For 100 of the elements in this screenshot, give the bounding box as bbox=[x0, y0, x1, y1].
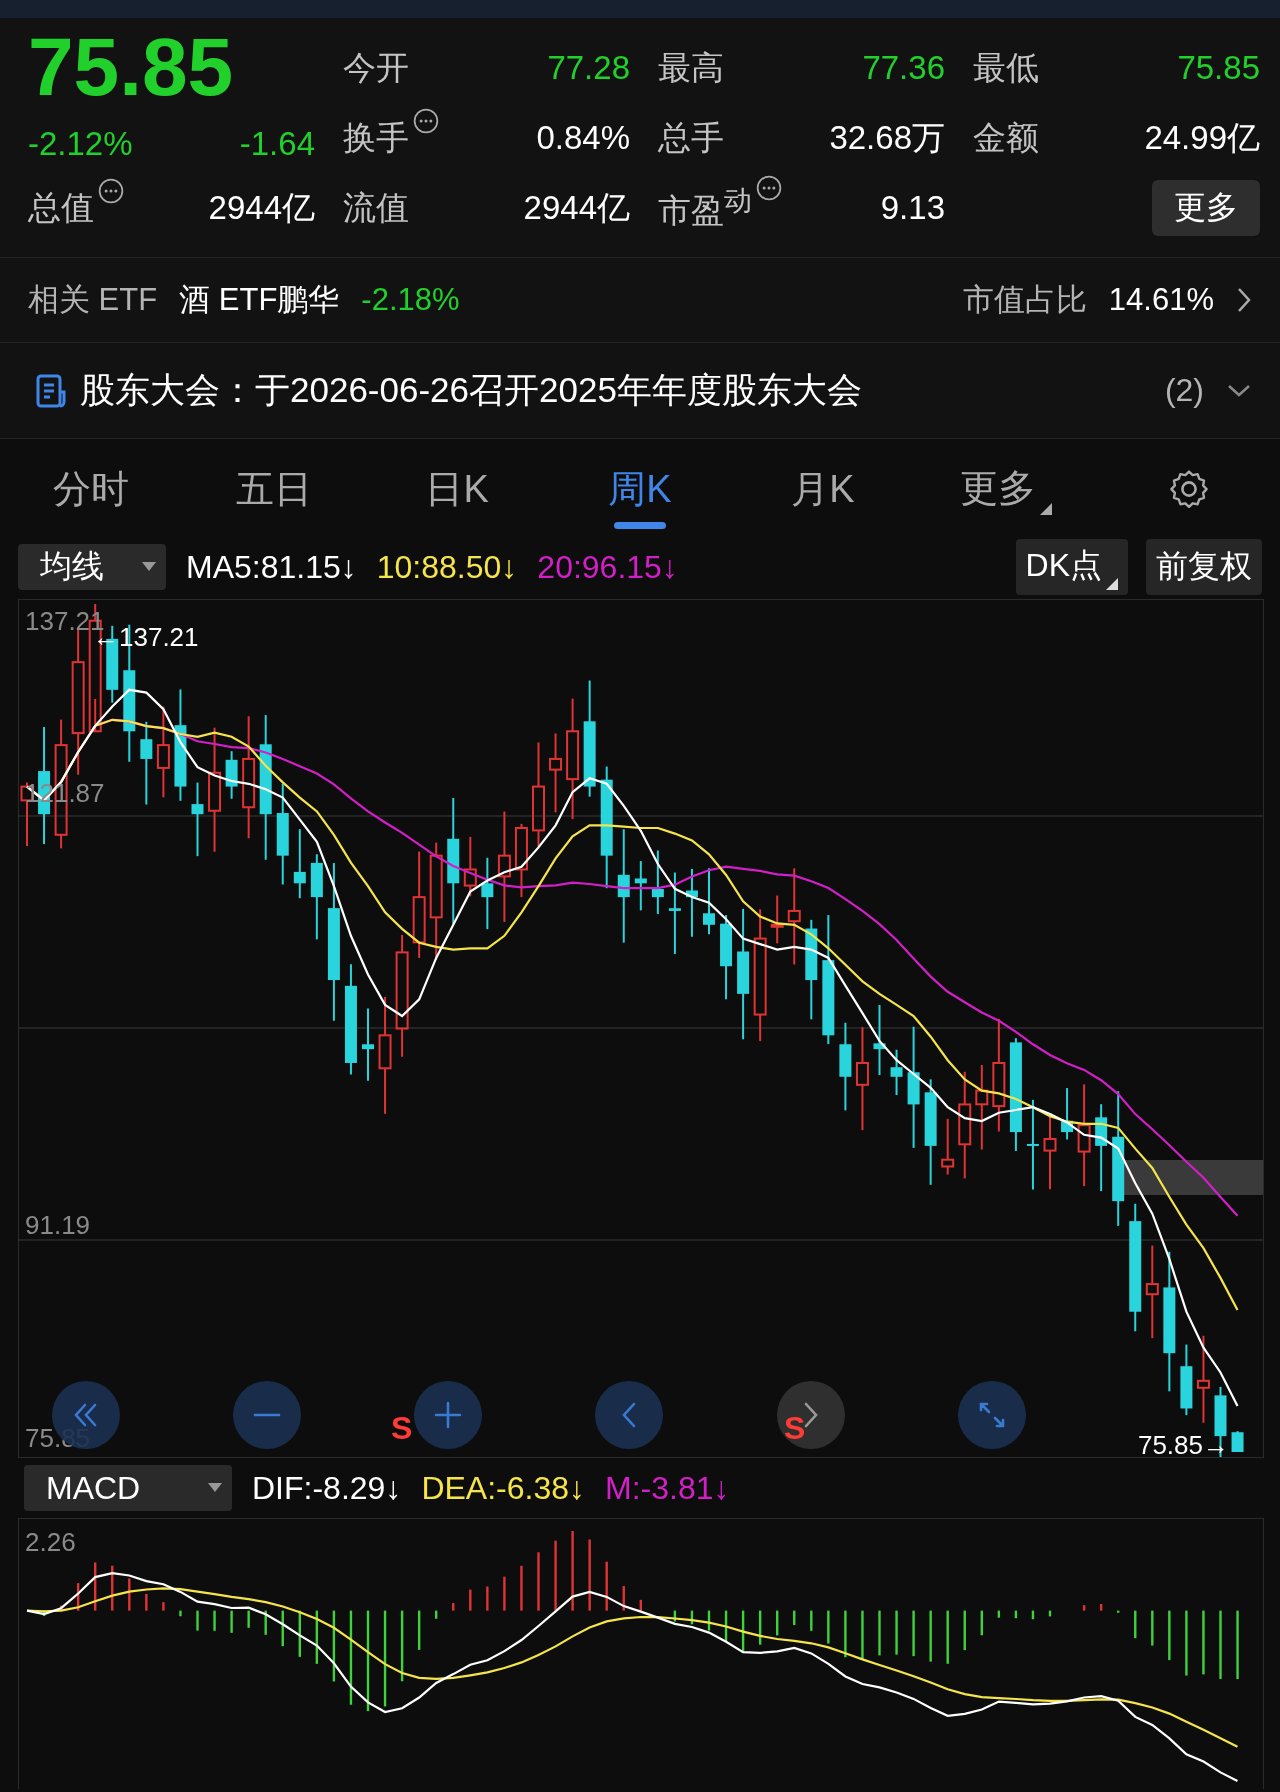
macd-bar bbox=[1048, 1610, 1052, 1617]
change-amount: -1.64 bbox=[239, 125, 315, 163]
stat-label: 换手 bbox=[343, 117, 409, 158]
period-tab[interactable]: 五日 bbox=[182, 439, 366, 539]
macd-bar bbox=[605, 1561, 608, 1611]
period-tab[interactable]: 月K bbox=[731, 439, 915, 539]
moving-average-value: 20:96.15↓ bbox=[537, 548, 678, 586]
macd-bar bbox=[912, 1610, 915, 1657]
macd-bar bbox=[895, 1610, 898, 1655]
macd-bar bbox=[76, 1583, 80, 1611]
macd-bar bbox=[878, 1610, 881, 1656]
minus-icon bbox=[253, 1412, 281, 1418]
macd-bar bbox=[486, 1586, 489, 1611]
notice-text[interactable]: 股东大会：于2026-06-26召开2025年年度股东大会 bbox=[80, 367, 862, 414]
more-menu-tab[interactable]: 更多 bbox=[914, 439, 1098, 539]
stat-value: 24.99亿 bbox=[1144, 117, 1260, 158]
stat-value: 75.85 bbox=[1177, 49, 1260, 87]
stat-label: 总手 bbox=[658, 117, 724, 158]
macd-bar bbox=[196, 1610, 199, 1631]
stat-label: 最低 bbox=[973, 47, 1039, 88]
sell-signal: S bbox=[784, 1410, 806, 1446]
chevron-right-icon bbox=[804, 1402, 818, 1428]
macd-bar bbox=[707, 1610, 711, 1631]
moving-average-value: MA5:81.15↓ bbox=[186, 548, 357, 586]
macd-bar bbox=[417, 1610, 421, 1650]
indicator-selector[interactable]: 均线 bbox=[18, 544, 166, 590]
dk-point-menu[interactable]: DK点 bbox=[1015, 539, 1128, 595]
macd-bar bbox=[298, 1610, 301, 1657]
dropdown-icon bbox=[142, 562, 156, 572]
macd-bar bbox=[980, 1610, 983, 1636]
macd-bar bbox=[1082, 1605, 1086, 1611]
macd-bar bbox=[776, 1610, 779, 1636]
period-tab[interactable]: 分时 bbox=[0, 439, 183, 539]
candlestick bbox=[225, 750, 238, 800]
more-info-icon[interactable] bbox=[413, 107, 439, 134]
stat-label: 今开 bbox=[343, 47, 409, 88]
candlestick bbox=[651, 849, 664, 916]
macd-bar bbox=[1099, 1604, 1103, 1611]
macd-bar bbox=[1117, 1610, 1120, 1613]
macd-value: M:-3.81↓ bbox=[605, 1469, 730, 1507]
moving-average-value: 10:88.50↓ bbox=[376, 548, 518, 586]
macd-bar bbox=[963, 1610, 966, 1651]
macd-bar bbox=[128, 1578, 131, 1611]
stat-value: 0.84% bbox=[536, 119, 630, 157]
macd-bar bbox=[690, 1610, 694, 1625]
stat-value: 77.28 bbox=[547, 49, 630, 87]
chevron-right-icon[interactable] bbox=[1236, 286, 1252, 314]
macd-bar bbox=[810, 1610, 813, 1631]
candlestick bbox=[293, 828, 306, 900]
macd-bar bbox=[1014, 1610, 1018, 1619]
macd-bar bbox=[213, 1610, 216, 1631]
market-share-label: 市值占比 bbox=[962, 281, 1087, 319]
macd-bar bbox=[588, 1539, 591, 1611]
stat-label: 总值 bbox=[28, 187, 94, 228]
macd-bar bbox=[1168, 1610, 1171, 1661]
change-percent: -2.12% bbox=[28, 125, 133, 163]
macd-bar bbox=[537, 1552, 540, 1611]
macd-selector[interactable]: MACD bbox=[24, 1465, 232, 1511]
macd-bar bbox=[42, 1610, 46, 1617]
stat-label: 流值 bbox=[343, 187, 409, 228]
notice-count: (2) bbox=[1164, 372, 1204, 409]
macd-value: DIF:-8.29↓ bbox=[252, 1469, 402, 1507]
macd-bar bbox=[332, 1610, 336, 1682]
macd-bar bbox=[94, 1562, 97, 1611]
macd-bar bbox=[435, 1610, 438, 1619]
macd-bar bbox=[1151, 1610, 1154, 1646]
macd-bar bbox=[1202, 1610, 1205, 1675]
macd-bar bbox=[844, 1610, 847, 1658]
chevron-left-icon bbox=[622, 1402, 636, 1428]
document-icon bbox=[36, 373, 66, 408]
chevron-down-icon[interactable] bbox=[1226, 382, 1252, 399]
candlestick bbox=[1231, 1430, 1244, 1453]
macd-bar bbox=[724, 1610, 728, 1642]
more-info-icon[interactable] bbox=[756, 174, 782, 201]
more-button[interactable]: 更多 bbox=[1152, 180, 1260, 236]
etf-label: 相关 ETF bbox=[28, 281, 158, 319]
candlestick bbox=[1061, 1087, 1074, 1141]
last-price: 75.85 bbox=[28, 27, 235, 107]
candlestick bbox=[941, 1117, 955, 1176]
period-tab[interactable]: 日K bbox=[365, 439, 549, 539]
stat-value: 77.36 bbox=[862, 49, 945, 87]
macd-bar bbox=[400, 1610, 404, 1682]
adjustment-button[interactable]: 前复权 bbox=[1146, 539, 1262, 595]
macd-bar bbox=[639, 1599, 642, 1611]
more-info-icon[interactable] bbox=[98, 177, 124, 204]
stat-value: 2944亿 bbox=[523, 187, 630, 228]
etf-name[interactable]: 酒 ETF鹏华 bbox=[179, 279, 340, 321]
candlestick bbox=[703, 867, 715, 936]
macd-bar bbox=[861, 1610, 864, 1660]
dropdown-icon bbox=[208, 1483, 222, 1493]
macd-bar bbox=[469, 1589, 472, 1611]
period-tab[interactable]: 周K bbox=[548, 439, 732, 539]
macd-bar bbox=[1031, 1610, 1035, 1620]
price-axis-label: 91.19 bbox=[25, 1210, 91, 1240]
macd-bar bbox=[997, 1610, 1001, 1618]
macd-bar bbox=[520, 1565, 523, 1611]
macd-bar bbox=[264, 1610, 267, 1635]
macd-bar bbox=[929, 1610, 932, 1662]
macd-bar bbox=[827, 1610, 830, 1644]
stat-value: 32.68万 bbox=[829, 117, 945, 158]
